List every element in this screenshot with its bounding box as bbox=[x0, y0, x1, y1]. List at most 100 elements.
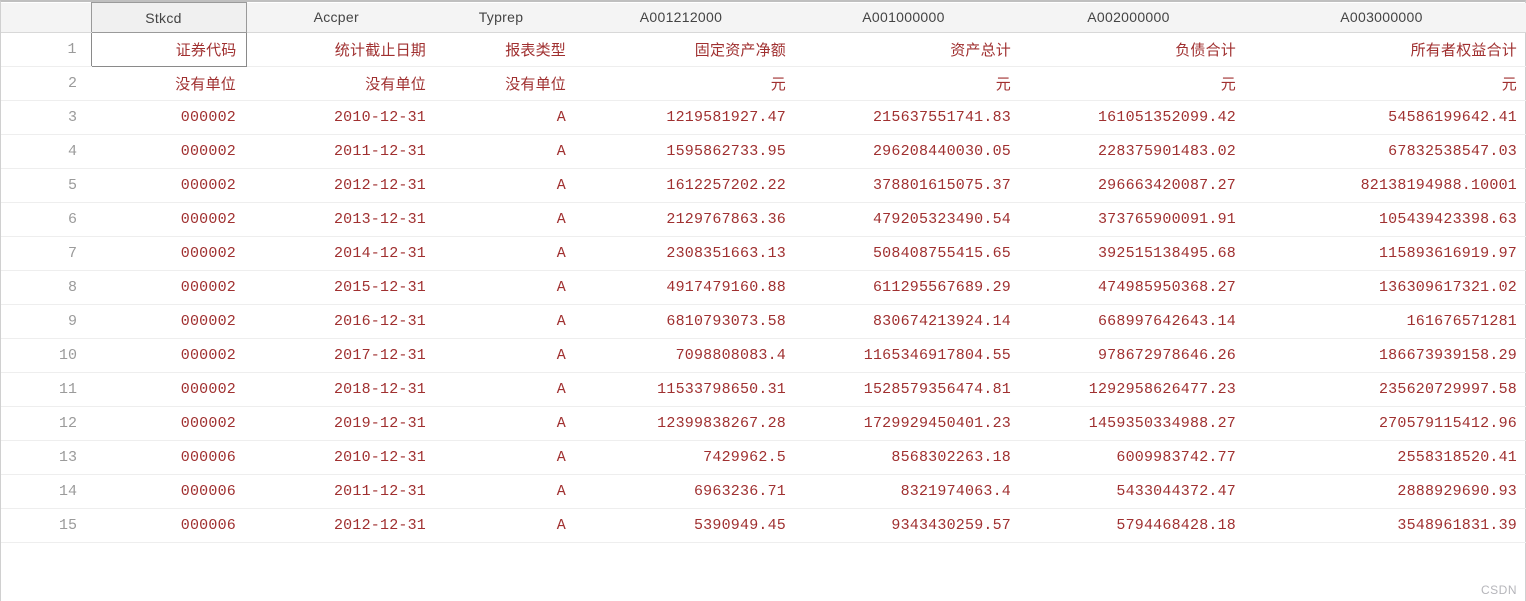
row-number[interactable]: 6 bbox=[1, 203, 91, 237]
cell-accper[interactable]: 2015-12-31 bbox=[246, 271, 436, 305]
cell-stkcd[interactable]: 000002 bbox=[91, 237, 246, 271]
cell-a001212000[interactable]: 1219581927.47 bbox=[576, 101, 796, 135]
cell-a001000000[interactable]: 8321974063.4 bbox=[796, 475, 1021, 509]
cell-a002000000[interactable]: 5433044372.47 bbox=[1021, 475, 1246, 509]
cell-a002000000[interactable]: 负债合计 bbox=[1021, 33, 1246, 67]
cell-a001000000[interactable]: 1165346917804.55 bbox=[796, 339, 1021, 373]
cell-a001212000[interactable]: 11533798650.31 bbox=[576, 373, 796, 407]
cell-typrep[interactable]: A bbox=[436, 373, 576, 407]
cell-a003000000[interactable]: 3548961831.39 bbox=[1246, 509, 1526, 543]
cell-a001212000[interactable]: 5390949.45 bbox=[576, 509, 796, 543]
cell-stkcd[interactable]: 000002 bbox=[91, 407, 246, 441]
cell-a002000000[interactable]: 474985950368.27 bbox=[1021, 271, 1246, 305]
cell-stkcd[interactable]: 000002 bbox=[91, 305, 246, 339]
cell-a001212000[interactable]: 6810793073.58 bbox=[576, 305, 796, 339]
row-number[interactable]: 7 bbox=[1, 237, 91, 271]
cell-typrep[interactable]: A bbox=[436, 407, 576, 441]
cell-accper[interactable]: 2010-12-31 bbox=[246, 441, 436, 475]
cell-a001000000[interactable]: 元 bbox=[796, 67, 1021, 101]
row-number[interactable]: 5 bbox=[1, 169, 91, 203]
cell-accper[interactable]: 2012-12-31 bbox=[246, 169, 436, 203]
cell-a003000000[interactable]: 235620729997.58 bbox=[1246, 373, 1526, 407]
cell-a001212000[interactable]: 1595862733.95 bbox=[576, 135, 796, 169]
cell-a001000000[interactable]: 378801615075.37 bbox=[796, 169, 1021, 203]
cell-stkcd[interactable]: 000002 bbox=[91, 373, 246, 407]
cell-typrep[interactable]: A bbox=[436, 101, 576, 135]
table-row[interactable]: 130000062010-12-31A7429962.58568302263.1… bbox=[1, 441, 1526, 475]
row-number[interactable]: 8 bbox=[1, 271, 91, 305]
col-header-a001212000[interactable]: A001212000 bbox=[576, 3, 796, 33]
cell-stkcd[interactable]: 000002 bbox=[91, 271, 246, 305]
cell-a002000000[interactable]: 978672978646.26 bbox=[1021, 339, 1246, 373]
row-number[interactable]: 12 bbox=[1, 407, 91, 441]
row-number[interactable]: 13 bbox=[1, 441, 91, 475]
cell-a003000000[interactable]: 82138194988.10001 bbox=[1246, 169, 1526, 203]
table-row[interactable]: 40000022011-12-31A1595862733.95296208440… bbox=[1, 135, 1526, 169]
row-number[interactable]: 1 bbox=[1, 33, 91, 67]
col-header-typrep[interactable]: Typrep bbox=[436, 3, 576, 33]
cell-accper[interactable]: 2016-12-31 bbox=[246, 305, 436, 339]
cell-typrep[interactable]: A bbox=[436, 305, 576, 339]
col-header-a003000000[interactable]: A003000000 bbox=[1246, 3, 1526, 33]
cell-a001212000[interactable]: 元 bbox=[576, 67, 796, 101]
cell-a002000000[interactable]: 1459350334988.27 bbox=[1021, 407, 1246, 441]
cell-a001000000[interactable]: 296208440030.05 bbox=[796, 135, 1021, 169]
cell-a002000000[interactable]: 6009983742.77 bbox=[1021, 441, 1246, 475]
cell-a001212000[interactable]: 7098808083.4 bbox=[576, 339, 796, 373]
cell-a001212000[interactable]: 4917479160.88 bbox=[576, 271, 796, 305]
cell-a002000000[interactable]: 1292958626477.23 bbox=[1021, 373, 1246, 407]
cell-accper[interactable]: 2011-12-31 bbox=[246, 475, 436, 509]
cell-a001000000[interactable]: 215637551741.83 bbox=[796, 101, 1021, 135]
cell-stkcd[interactable]: 000002 bbox=[91, 169, 246, 203]
row-number[interactable]: 4 bbox=[1, 135, 91, 169]
cell-typrep[interactable]: 报表类型 bbox=[436, 33, 576, 67]
table-row[interactable]: 60000022013-12-31A2129767863.36479205323… bbox=[1, 203, 1526, 237]
cell-a001000000[interactable]: 1528579356474.81 bbox=[796, 373, 1021, 407]
cell-typrep[interactable]: 没有单位 bbox=[436, 67, 576, 101]
cell-stkcd[interactable]: 000006 bbox=[91, 475, 246, 509]
row-number[interactable]: 9 bbox=[1, 305, 91, 339]
table-row[interactable]: 2没有单位没有单位没有单位元元元元 bbox=[1, 67, 1526, 101]
cell-accper[interactable]: 2013-12-31 bbox=[246, 203, 436, 237]
col-header-a001000000[interactable]: A001000000 bbox=[796, 3, 1021, 33]
row-number[interactable]: 10 bbox=[1, 339, 91, 373]
cell-typrep[interactable]: A bbox=[436, 203, 576, 237]
cell-a001212000[interactable]: 2129767863.36 bbox=[576, 203, 796, 237]
cell-a001212000[interactable]: 12399838267.28 bbox=[576, 407, 796, 441]
cell-stkcd[interactable]: 000006 bbox=[91, 441, 246, 475]
cell-typrep[interactable]: A bbox=[436, 169, 576, 203]
cell-stkcd[interactable]: 000002 bbox=[91, 339, 246, 373]
cell-accper[interactable]: 2014-12-31 bbox=[246, 237, 436, 271]
cell-accper[interactable]: 2011-12-31 bbox=[246, 135, 436, 169]
cell-typrep[interactable]: A bbox=[436, 441, 576, 475]
cell-a001212000[interactable]: 2308351663.13 bbox=[576, 237, 796, 271]
cell-a002000000[interactable]: 元 bbox=[1021, 67, 1246, 101]
cell-a003000000[interactable]: 105439423398.63 bbox=[1246, 203, 1526, 237]
cell-stkcd[interactable]: 证券代码 bbox=[91, 33, 246, 67]
col-header-stkcd[interactable]: Stkcd bbox=[91, 3, 246, 33]
cell-typrep[interactable]: A bbox=[436, 271, 576, 305]
cell-a003000000[interactable]: 2888929690.93 bbox=[1246, 475, 1526, 509]
cell-a002000000[interactable]: 228375901483.02 bbox=[1021, 135, 1246, 169]
cell-a003000000[interactable]: 136309617321.02 bbox=[1246, 271, 1526, 305]
table-row[interactable]: 120000022019-12-31A12399838267.281729929… bbox=[1, 407, 1526, 441]
col-header-accper[interactable]: Accper bbox=[246, 3, 436, 33]
table-row[interactable]: 50000022012-12-31A1612257202.22378801615… bbox=[1, 169, 1526, 203]
table-row[interactable]: 30000022010-12-31A1219581927.47215637551… bbox=[1, 101, 1526, 135]
cell-typrep[interactable]: A bbox=[436, 135, 576, 169]
table-row[interactable]: 80000022015-12-31A4917479160.88611295567… bbox=[1, 271, 1526, 305]
row-number[interactable]: 11 bbox=[1, 373, 91, 407]
cell-accper[interactable]: 2012-12-31 bbox=[246, 509, 436, 543]
table-row[interactable]: 140000062011-12-31A6963236.718321974063.… bbox=[1, 475, 1526, 509]
row-number[interactable]: 2 bbox=[1, 67, 91, 101]
cell-accper[interactable]: 2010-12-31 bbox=[246, 101, 436, 135]
corner-cell[interactable] bbox=[1, 3, 91, 33]
cell-a002000000[interactable]: 161051352099.42 bbox=[1021, 101, 1246, 135]
cell-a001000000[interactable]: 830674213924.14 bbox=[796, 305, 1021, 339]
cell-typrep[interactable]: A bbox=[436, 475, 576, 509]
cell-accper[interactable]: 没有单位 bbox=[246, 67, 436, 101]
cell-a001212000[interactable]: 7429962.5 bbox=[576, 441, 796, 475]
data-table[interactable]: Stkcd Accper Typrep A001212000 A00100000… bbox=[1, 2, 1526, 543]
cell-accper[interactable]: 统计截止日期 bbox=[246, 33, 436, 67]
cell-a003000000[interactable]: 161676571281 bbox=[1246, 305, 1526, 339]
